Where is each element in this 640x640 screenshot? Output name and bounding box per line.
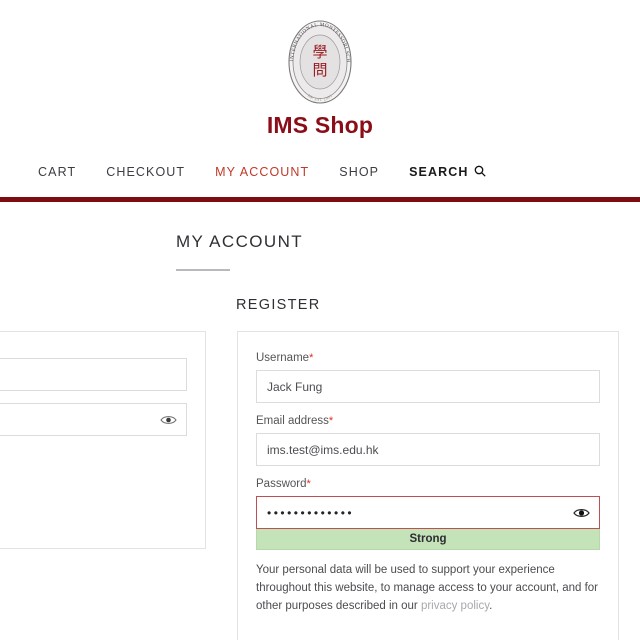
- section-title-register: REGISTER: [236, 297, 321, 313]
- register-username-input[interactable]: Jack Fung: [256, 370, 600, 403]
- nav-item-cart[interactable]: CART: [38, 165, 76, 179]
- school-seal-logo: THE INTERNATIONAL MONTESSORI SCHOOL HK E…: [281, 18, 359, 106]
- privacy-text-after: .: [489, 599, 493, 612]
- register-username-field: Username* Jack Fung: [256, 352, 600, 403]
- register-email-field: Email address* ims.test@ims.edu.hk: [256, 415, 600, 466]
- nav-item-search[interactable]: SEARCH: [409, 165, 486, 180]
- login-username-input[interactable]: [0, 358, 187, 391]
- login-username-field: [0, 358, 187, 391]
- nav-item-shop[interactable]: SHOP: [339, 165, 379, 179]
- main-navigation: CART CHECKOUT MY ACCOUNT SHOP SEARCH: [0, 159, 640, 185]
- site-branding: THE INTERNATIONAL MONTESSORI SCHOOL HK E…: [0, 0, 640, 139]
- register-email-label-text: Email address: [256, 415, 329, 427]
- required-marker: *: [306, 478, 311, 490]
- privacy-notice: Your personal data will be used to suppo…: [256, 562, 600, 615]
- nav-item-my-account[interactable]: MY ACCOUNT: [215, 165, 309, 179]
- login-password-field: [0, 403, 187, 436]
- password-strength-label: Strong: [409, 532, 447, 545]
- register-password-field: Password* ••••••••••••• Strong: [256, 478, 600, 550]
- page-title: MY ACCOUNT: [176, 232, 304, 251]
- register-username-label: Username*: [256, 352, 600, 364]
- required-marker: *: [328, 415, 334, 427]
- search-icon: [474, 165, 486, 180]
- login-panel: member me: [0, 331, 206, 549]
- nav-search-label: SEARCH: [409, 165, 469, 179]
- register-password-label-text: Password: [256, 478, 307, 490]
- svg-text:問: 問: [312, 61, 327, 79]
- account-forms-container: member me Username* Jack Fung Email addr…: [0, 331, 640, 640]
- site-title: IMS Shop: [266, 112, 374, 138]
- eye-icon[interactable]: [160, 413, 177, 426]
- page-root: THE INTERNATIONAL MONTESSORI SCHOOL HK E…: [0, 0, 640, 640]
- nav-item-checkout[interactable]: CHECKOUT: [106, 165, 185, 179]
- register-password-label: Password*: [256, 478, 600, 490]
- page-header: MY ACCOUNT: [0, 202, 640, 271]
- register-password-input[interactable]: •••••••••••••: [256, 496, 600, 529]
- eye-icon[interactable]: [573, 506, 590, 519]
- privacy-policy-link[interactable]: privacy policy: [421, 600, 489, 612]
- remember-me-label: member me: [0, 448, 187, 460]
- register-password-value: •••••••••••••: [267, 505, 355, 520]
- register-username-label-text: Username: [256, 352, 310, 364]
- register-username-value: Jack Fung: [267, 379, 323, 394]
- register-panel: Username* Jack Fung Email address* ims.t…: [237, 331, 619, 640]
- required-marker: *: [309, 352, 314, 364]
- login-password-input[interactable]: [0, 403, 187, 436]
- register-email-input[interactable]: ims.test@ims.edu.hk: [256, 433, 600, 466]
- register-email-value: ims.test@ims.edu.hk: [267, 442, 379, 457]
- register-email-label: Email address*: [256, 415, 600, 427]
- svg-text:學: 學: [312, 43, 327, 61]
- password-strength-meter: Strong: [256, 528, 600, 550]
